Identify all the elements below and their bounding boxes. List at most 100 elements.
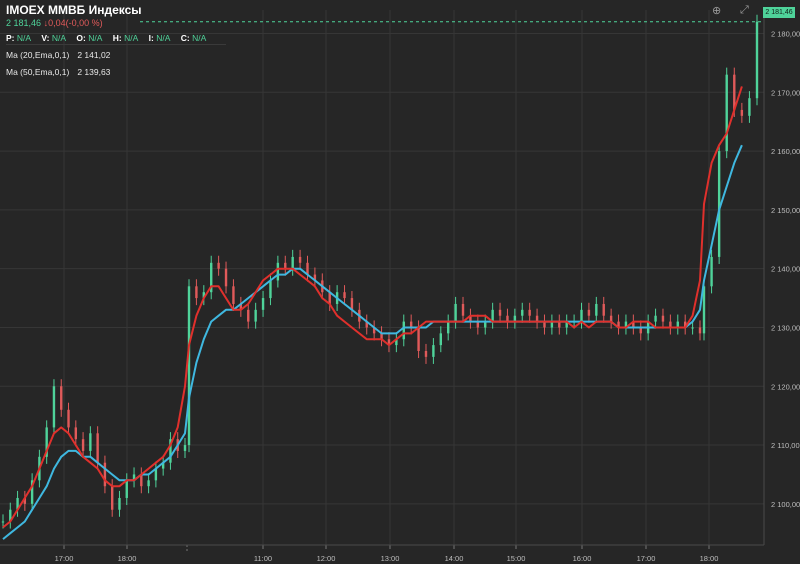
candle-body [224,268,228,287]
candle-body [217,262,220,269]
ohlc-value: N/A [124,33,139,43]
ma50-value: 2 139,63 [77,67,111,77]
expand-icon[interactable]: ⤢ [740,4,749,17]
candle-body [424,350,428,357]
candle-body [447,321,450,334]
ohlc-value: N/A [192,33,207,43]
candle-body [402,321,405,340]
candle-body [147,480,150,487]
ma20-legend[interactable]: Ma (20,Ema,0,1) 2 141,02 [6,50,110,60]
candle-body [748,98,751,116]
candle-body [111,486,114,510]
ma20-value: 2 141,02 [77,50,111,60]
candle-body [52,386,56,428]
candle-body [232,286,235,304]
candle-body [454,303,457,322]
candle-body [261,298,265,310]
candle-body [276,262,280,281]
x-tick-label: 17:00 [55,554,74,563]
legend-divider [6,44,226,45]
candle-body [343,292,346,299]
candle-body [587,309,591,316]
x-tick-label: 13:00 [381,554,400,563]
candle-body [740,109,744,116]
x-tick-label: 17:00 [637,554,656,563]
y-tick-label: 2 100,00 [771,500,800,509]
ohlc-value: N/A [88,33,103,43]
quote-line: 2 181,46 ↓0,04(-0,00 %) [6,18,103,28]
candle-body [60,386,63,410]
candle-body [654,315,657,322]
candle-body [96,433,99,463]
candle-body [1,521,5,523]
candle-body [661,315,665,322]
candle-body [521,309,524,316]
candle-body [432,345,435,357]
candle-body [125,480,128,498]
candle-body [595,303,598,316]
price-chart[interactable]: 2 100,00 2 110,00 2 120,00 2 130,00 2 140,00… [0,0,800,564]
ohlc-key: P: [6,33,15,43]
x-tick-label: 12:00 [317,554,336,563]
y-tick-label: 2 180,00 [771,30,800,39]
candle-body [298,256,302,263]
ohlc-value: N/A [156,33,171,43]
candle-body [67,409,70,428]
y-tick-label: 2 140,00 [771,265,800,274]
ohlc-value: N/A [51,33,66,43]
ma50-line [2,144,743,540]
candle-body [710,256,713,287]
candle-body [183,445,187,451]
candle-body [461,303,465,316]
price-change: 0,04(-0,00 %) [48,18,103,28]
y-tick-label: 2 160,00 [771,147,800,156]
candle-body [755,21,759,99]
candle-body [118,497,121,510]
candle-body [247,309,250,322]
ohlc-key: I: [148,33,154,43]
last-price-tag: 2 181,46 [763,7,795,18]
candle-body [254,309,257,322]
candle-body [269,280,272,299]
y-tick-label: 2 150,00 [771,206,800,215]
x-tick-label: 14:00 [445,554,464,563]
x-tick-label: 16:00 [573,554,592,563]
candle-body [725,74,728,152]
ohlc-key: H: [112,33,122,43]
y-tick-label: 2 120,00 [771,382,800,391]
candle-body [195,286,198,299]
x-tick-label: 18:00 [118,554,137,563]
ohlc-key: O: [76,33,86,43]
candle-body [498,309,502,316]
ohlc-key: C: [180,33,190,43]
y-tick-label: 2 110,00 [771,441,800,450]
y-tick-label: 2 170,00 [771,88,800,97]
candle-body [580,309,583,322]
ohlc-value: N/A [16,33,32,43]
x-tick-label: 15:00 [507,554,526,563]
instrument-title: IMOEX ММВБ Индексы [6,3,142,17]
candle-body [81,439,85,451]
candle-body [89,433,92,451]
candle-body [691,327,694,329]
x-tick-label: 18:00 [700,554,719,563]
y-tick-label: 2 130,00 [771,323,800,332]
candle-body [528,309,531,316]
candle-body [602,303,605,316]
candle-body [291,256,294,269]
ma50-legend[interactable]: Ma (50,Ema,0,1) 2 139,63 [6,67,110,77]
ohlc-key: V: [41,33,50,43]
gamepad-icon[interactable]: ⊕ [712,4,721,17]
ma20-label: Ma (20,Ema,0,1) [6,50,70,60]
x-tick-label: 11:00 [254,554,272,563]
candle-body [74,427,77,440]
ohlc-readout: P: N/A V: N/A O: N/A H: N/A I: N/A C: N/… [6,33,214,43]
ma50-label: Ma (50,Ema,0,1) [6,67,70,77]
last-price: 2 181,46 [6,18,42,28]
candle-body [187,286,191,446]
ma20-line [2,86,743,529]
candle-body [439,333,442,346]
candle-body [103,462,107,487]
candle-body [417,327,420,351]
candle-body [698,327,702,334]
